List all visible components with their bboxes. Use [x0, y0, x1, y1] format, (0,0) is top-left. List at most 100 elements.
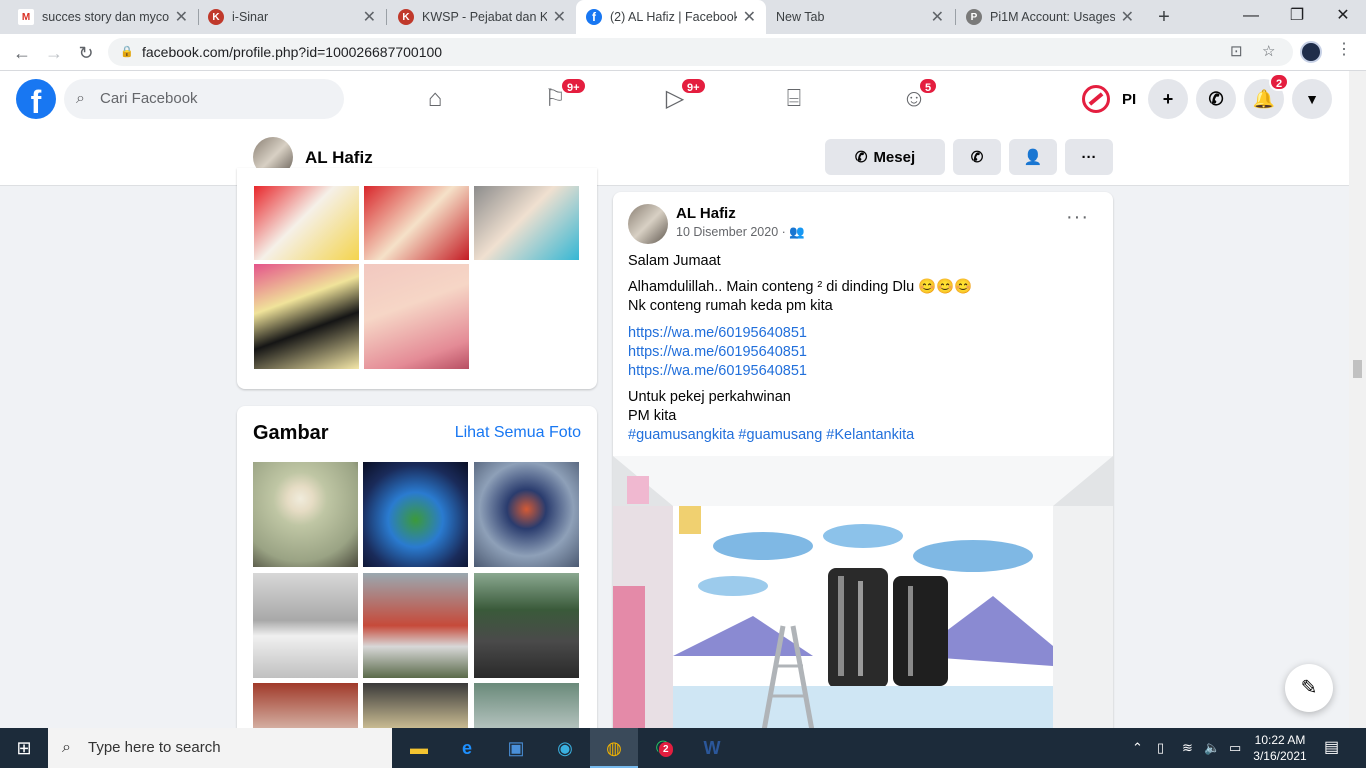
photos-card-top: [237, 168, 597, 389]
watch-badge: 9+: [680, 77, 707, 95]
word-icon[interactable]: W: [688, 728, 736, 768]
profile-name[interactable]: AL Hafiz: [305, 148, 373, 168]
taskbar-clock[interactable]: 10:22 AM 3/16/2021: [1248, 732, 1312, 764]
scrollbar-thumb[interactable]: [1353, 360, 1362, 378]
home-icon[interactable]: ⌂: [405, 79, 465, 119]
restore-icon[interactable]: ❐: [1274, 0, 1320, 34]
messenger-icon: ✆: [854, 149, 868, 166]
bookmark-star-icon[interactable]: ☆: [1262, 38, 1275, 66]
photo-thumbnail[interactable]: [253, 462, 358, 567]
tray-chevron-icon[interactable]: ⌃: [1132, 728, 1143, 768]
browser-tab-newtab[interactable]: New Tab ✕: [766, 0, 954, 34]
browser-tab-isinar[interactable]: K i-Sinar ✕: [198, 0, 386, 34]
mural-illustration: [613, 456, 1113, 732]
search-icon: ⌕: [76, 90, 85, 107]
groups-badge: 5: [918, 77, 939, 95]
messenger-icon[interactable]: ✆: [1196, 79, 1236, 119]
post-link[interactable]: https://wa.me/60195640851: [628, 343, 807, 362]
close-tab-icon[interactable]: ✕: [931, 7, 944, 27]
back-icon[interactable]: ←: [8, 39, 36, 67]
photo-thumbnail[interactable]: [254, 264, 359, 369]
kwsp-icon: K: [398, 9, 414, 25]
chrome-icon[interactable]: ◍: [590, 728, 638, 768]
post-photo[interactable]: [613, 456, 1113, 732]
search-icon: ⌕: [62, 739, 71, 756]
post-options-icon[interactable]: ···: [1066, 206, 1089, 229]
post-text-line: Alhamdulillah.. Main conteng ² di dindin…: [628, 279, 973, 295]
windows-start-icon[interactable]: ⊞: [0, 728, 48, 768]
call-button[interactable]: ✆: [953, 139, 1001, 175]
create-plus-icon[interactable]: +: [1148, 79, 1188, 119]
user-avatar: [1082, 85, 1110, 113]
see-all-photos-link[interactable]: Lihat Semua Foto: [455, 424, 581, 442]
browser-tab-kwsp[interactable]: K KWSP - Pejabat dan Kio ✕: [388, 0, 576, 34]
profile-shortcut[interactable]: PI: [1082, 85, 1136, 113]
taskbar-search-input[interactable]: ⌕ Type here to search: [48, 728, 392, 768]
new-tab-button[interactable]: +: [1152, 5, 1176, 29]
minimize-icon[interactable]: —: [1228, 0, 1274, 34]
address-bar[interactable]: 🔒 facebook.com/profile.php?id=1000266877…: [108, 38, 1293, 66]
chrome-profile-avatar[interactable]: [1300, 41, 1322, 63]
close-tab-icon[interactable]: ✕: [553, 7, 566, 27]
post-date[interactable]: 10 Disember 2020 · 👥: [676, 225, 805, 240]
kwsp-icon: K: [208, 9, 224, 25]
browser-toolbar: ← → ↻ 🔒 facebook.com/profile.php?id=1000…: [0, 34, 1366, 71]
lock-icon: 🔒: [120, 46, 134, 58]
close-window-icon[interactable]: ✕: [1320, 0, 1366, 34]
marketplace-store-icon[interactable]: ⌸: [764, 79, 824, 119]
post-author-avatar[interactable]: [628, 204, 668, 244]
post-text-line: PM kita: [628, 408, 677, 424]
photo-thumbnail[interactable]: [253, 573, 358, 678]
gmail-icon: M: [18, 9, 34, 25]
volume-icon[interactable]: 🔈: [1204, 728, 1220, 768]
photo-thumbnail[interactable]: [474, 186, 579, 260]
post-link[interactable]: https://wa.me/60195640851: [628, 324, 807, 343]
photo-thumbnail[interactable]: [364, 186, 469, 260]
close-tab-icon[interactable]: ✕: [1121, 7, 1134, 27]
post-link[interactable]: https://wa.me/60195640851: [628, 362, 807, 381]
message-button[interactable]: ✆ Mesej: [825, 139, 945, 175]
photo-thumbnail[interactable]: [363, 573, 468, 678]
action-center-icon[interactable]: ▤: [1324, 728, 1339, 768]
internet-explorer-icon[interactable]: e: [443, 728, 491, 768]
post-author-name[interactable]: AL Hafiz: [676, 205, 736, 222]
reload-icon[interactable]: ↻: [72, 39, 100, 67]
close-tab-icon[interactable]: ✕: [743, 7, 756, 27]
close-tab-icon[interactable]: ✕: [175, 7, 188, 27]
microsoft-store-icon[interactable]: ▣: [492, 728, 540, 768]
page-scrollbar[interactable]: [1349, 71, 1366, 728]
post-text-line: Untuk pekej perkahwinan: [628, 389, 791, 405]
facebook-logo-icon[interactable]: f: [16, 79, 56, 119]
translate-icon[interactable]: ⊡: [1230, 38, 1243, 66]
facebook-search-input[interactable]: ⌕ Cari Facebook: [64, 79, 344, 119]
chrome-menu-icon[interactable]: ⋮: [1336, 39, 1352, 59]
photo-thumbnail[interactable]: [363, 462, 468, 567]
friend-status-button[interactable]: 👤: [1009, 139, 1057, 175]
phone-icon: ✆: [970, 149, 984, 166]
photo-thumbnail[interactable]: [364, 264, 469, 369]
browser-tab-facebook[interactable]: f (2) AL Hafiz | Facebook ✕: [576, 0, 766, 34]
profile-sticky-header: AL Hafiz ✆ Mesej ✆ 👤 ···: [0, 128, 1366, 186]
account-menu-icon[interactable]: ▼: [1292, 79, 1332, 119]
browser-tab-pi1m[interactable]: P Pi1M Account: Usages ✕: [956, 0, 1144, 34]
post-text-line: Salam Jumaat: [628, 253, 721, 269]
photo-thumbnail[interactable]: [474, 573, 579, 678]
post-text-line: Nk conteng rumah keda pm kita: [628, 298, 833, 314]
friends-audience-icon: 👥: [789, 225, 805, 239]
browser-tab-gmail[interactable]: M succes story dan mycon ✕: [8, 0, 198, 34]
photo-thumbnail[interactable]: [254, 186, 359, 260]
edge-icon[interactable]: ◉: [541, 728, 589, 768]
more-options-button[interactable]: ···: [1065, 139, 1113, 175]
photo-thumbnail[interactable]: [474, 462, 579, 567]
post-hashtags[interactable]: #guamusangkita #guamusang #Kelantankita: [628, 426, 914, 445]
forward-icon[interactable]: →: [40, 39, 68, 67]
close-tab-icon[interactable]: ✕: [363, 7, 376, 27]
new-message-compose-icon[interactable]: ✎: [1285, 664, 1333, 712]
file-explorer-icon[interactable]: ▬: [395, 728, 443, 768]
url-text: facebook.com/profile.php?id=100026687700…: [142, 44, 443, 60]
pages-badge: 9+: [560, 77, 587, 95]
more-dots-icon: ···: [1081, 148, 1097, 166]
battery-icon[interactable]: ▭: [1229, 728, 1241, 768]
wifi-icon[interactable]: ≋: [1182, 728, 1193, 768]
tray-device-icon[interactable]: ▯: [1157, 728, 1164, 768]
